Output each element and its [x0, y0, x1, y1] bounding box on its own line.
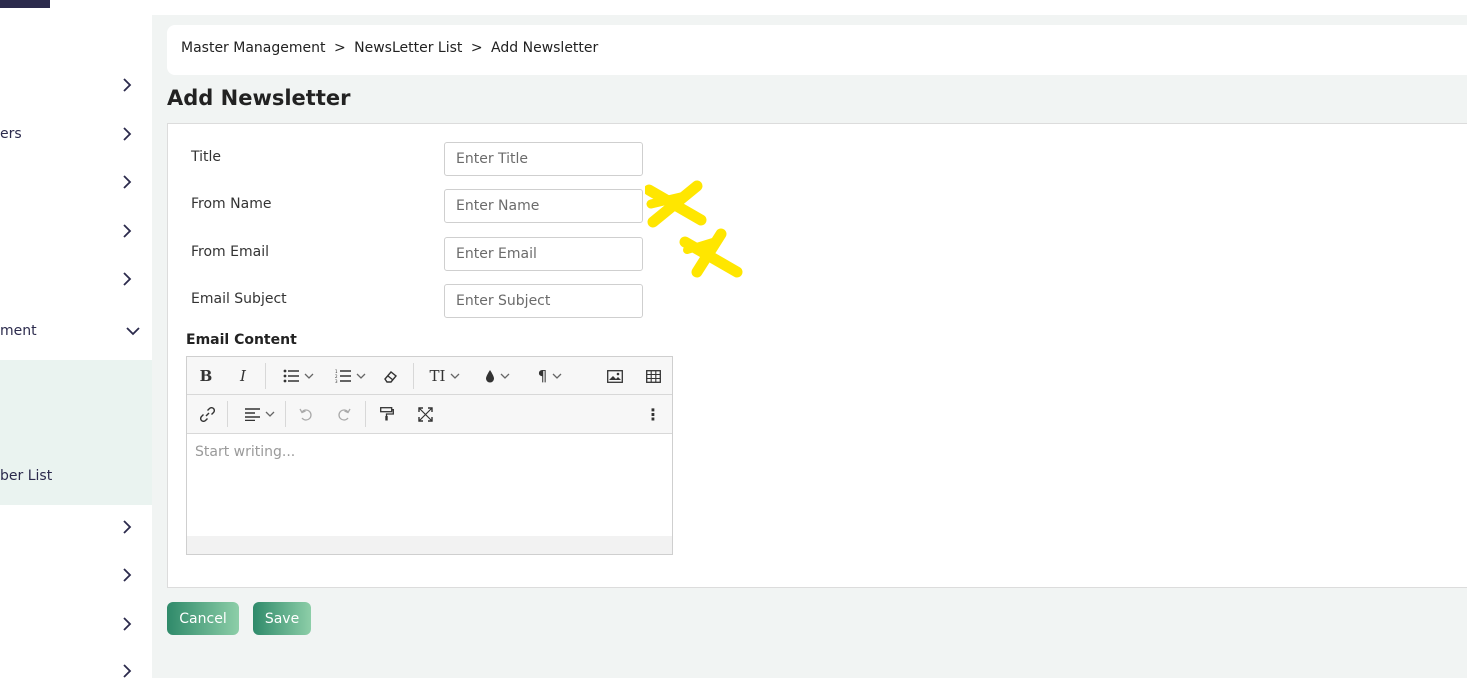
table-icon — [645, 369, 661, 383]
chevron-down-icon — [356, 373, 365, 379]
droplet-icon — [485, 370, 494, 383]
rich-text-editor: B I 123 TI ¶ ⋮ Start writing... — [186, 356, 673, 555]
from-name-input[interactable] — [444, 189, 643, 223]
chevron-down-icon — [451, 373, 460, 379]
breadcrumb-item-newsletter-list[interactable]: NewsLetter List — [354, 40, 462, 56]
title-input[interactable] — [444, 142, 643, 176]
link-icon — [199, 406, 215, 422]
chevron-right-icon — [120, 224, 134, 238]
align-left-icon — [245, 407, 260, 421]
chevron-right-icon — [120, 568, 134, 582]
from-email-input[interactable] — [444, 237, 643, 271]
paragraph-button[interactable]: ¶ — [531, 365, 569, 387]
paint-roller-icon — [380, 407, 394, 421]
sidebar-item-11[interactable] — [0, 652, 152, 678]
chevron-right-icon — [120, 78, 134, 92]
toolbar-divider — [285, 401, 286, 427]
main-content: Master Management > NewsLetter List > Ad… — [152, 15, 1467, 678]
chevron-down-icon — [552, 373, 562, 379]
annotation-mark-2 — [679, 228, 743, 278]
sidebar-item-subscriber-list[interactable]: ber List — [0, 457, 152, 497]
eraser-icon — [384, 371, 397, 383]
paragraph-icon: ¶ — [537, 367, 548, 385]
sidebar: ers ment ber List — [0, 0, 152, 678]
bullet-list-icon — [283, 369, 299, 383]
toolbar-divider — [227, 401, 228, 427]
chevron-down-icon — [500, 373, 509, 379]
sidebar-item-label: ers — [0, 126, 22, 142]
sidebar-item-4[interactable] — [0, 212, 152, 252]
sidebar-item-8[interactable] — [0, 508, 152, 548]
newsletter-form: Title From Name From Email Email Subject… — [167, 123, 1467, 588]
font-size-icon: TI — [429, 367, 446, 385]
chevron-right-icon — [120, 520, 134, 534]
sidebar-item-label: ber List — [0, 468, 53, 484]
sidebar-item-6[interactable]: ment — [0, 312, 152, 352]
editor-status-bar — [187, 536, 672, 554]
annotation-mark-1 — [645, 180, 707, 228]
title-label: Title — [191, 149, 222, 165]
page-title: Add Newsletter — [167, 86, 351, 110]
editor-toolbar-row-1: B I 123 TI ¶ — [187, 357, 672, 395]
breadcrumb-separator: > — [470, 40, 483, 56]
insert-image-button[interactable] — [607, 365, 623, 387]
sidebar-item-9[interactable] — [0, 556, 152, 596]
from-name-label: From Name — [191, 196, 272, 212]
email-subject-input[interactable] — [444, 284, 643, 318]
toolbar-divider — [413, 363, 414, 389]
chevron-right-icon — [120, 272, 134, 286]
sidebar-top-accent — [0, 0, 50, 8]
breadcrumb: Master Management > NewsLetter List > Ad… — [167, 25, 1467, 75]
undo-icon — [299, 408, 312, 421]
sidebar-item-label: ment — [0, 323, 37, 339]
sidebar-item-10[interactable] — [0, 605, 152, 645]
format-painter-button[interactable] — [379, 403, 395, 425]
redo-icon — [338, 408, 351, 421]
chevron-down-icon — [126, 324, 140, 338]
from-email-label: From Email — [191, 244, 269, 260]
chevron-down-icon — [304, 373, 313, 379]
undo-button[interactable] — [299, 403, 313, 425]
cancel-button[interactable]: Cancel — [167, 602, 239, 635]
fullscreen-button[interactable] — [417, 403, 433, 425]
breadcrumb-separator: > — [333, 40, 346, 56]
chevron-right-icon — [120, 617, 134, 631]
more-options-icon[interactable]: ⋮ — [645, 403, 661, 425]
image-icon — [607, 369, 623, 383]
clear-format-button[interactable] — [383, 365, 399, 387]
sidebar-item-1[interactable] — [0, 66, 152, 106]
chevron-right-icon — [120, 664, 134, 678]
toolbar-divider — [265, 363, 266, 389]
save-button[interactable]: Save — [253, 602, 311, 635]
toolbar-divider — [365, 401, 366, 427]
editor-toolbar-row-2: ⋮ — [187, 395, 672, 434]
sidebar-item-2[interactable]: ers — [0, 115, 152, 155]
editor-content-area[interactable]: Start writing... — [187, 434, 672, 536]
chevron-right-icon — [120, 127, 134, 141]
chevron-right-icon — [120, 175, 134, 189]
breadcrumb-item-master-management[interactable]: Master Management — [181, 40, 325, 56]
align-button[interactable] — [241, 403, 279, 425]
expand-icon — [417, 406, 433, 422]
bold-button[interactable]: B — [199, 365, 213, 387]
sidebar-item-3[interactable] — [0, 163, 152, 203]
breadcrumb-item-add-newsletter: Add Newsletter — [491, 40, 599, 56]
redo-button[interactable] — [337, 403, 351, 425]
italic-button[interactable]: I — [237, 365, 249, 387]
insert-link-button[interactable] — [199, 403, 215, 425]
email-content-label: Email Content — [186, 332, 297, 348]
font-size-button[interactable]: TI — [425, 365, 465, 387]
text-color-button[interactable] — [479, 365, 515, 387]
sidebar-item-5[interactable] — [0, 260, 152, 300]
bullet-list-button[interactable] — [279, 365, 317, 387]
email-subject-label: Email Subject — [191, 291, 287, 307]
insert-table-button[interactable] — [645, 365, 661, 387]
svg-text:3: 3 — [335, 379, 338, 383]
numbered-list-icon: 123 — [335, 369, 351, 383]
chevron-down-icon — [265, 411, 275, 417]
numbered-list-button[interactable]: 123 — [331, 365, 369, 387]
